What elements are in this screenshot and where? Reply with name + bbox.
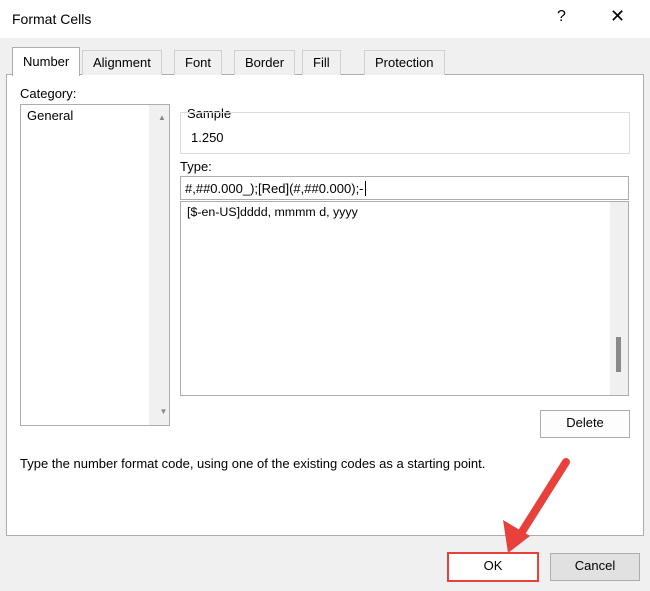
annotation-arrow-icon (503, 458, 570, 553)
